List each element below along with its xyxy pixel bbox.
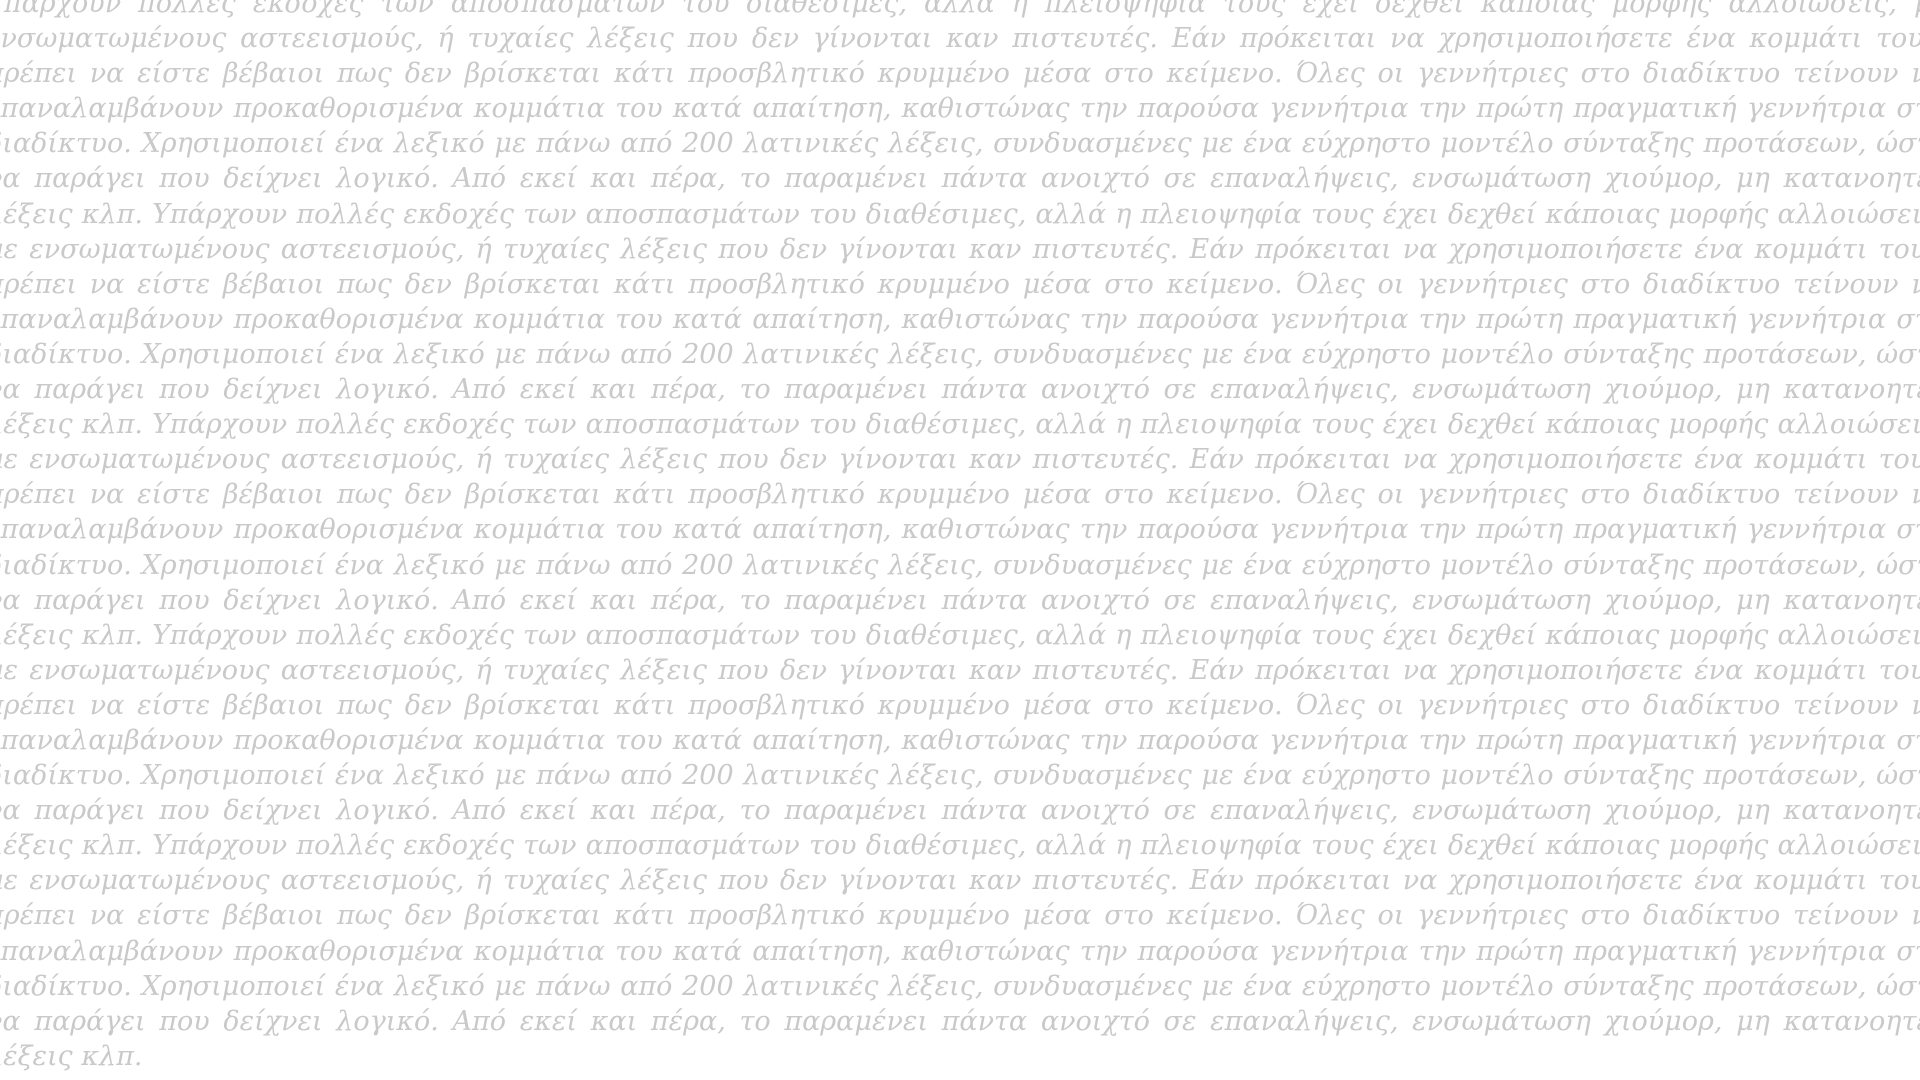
page-background: Υπάρχουν πολλές εκδοχές των αποσπασμάτων… bbox=[0, 0, 1920, 1080]
background-text-passage: Υπάρχουν πολλές εκδοχές των αποσπασμάτων… bbox=[0, 0, 1920, 1072]
